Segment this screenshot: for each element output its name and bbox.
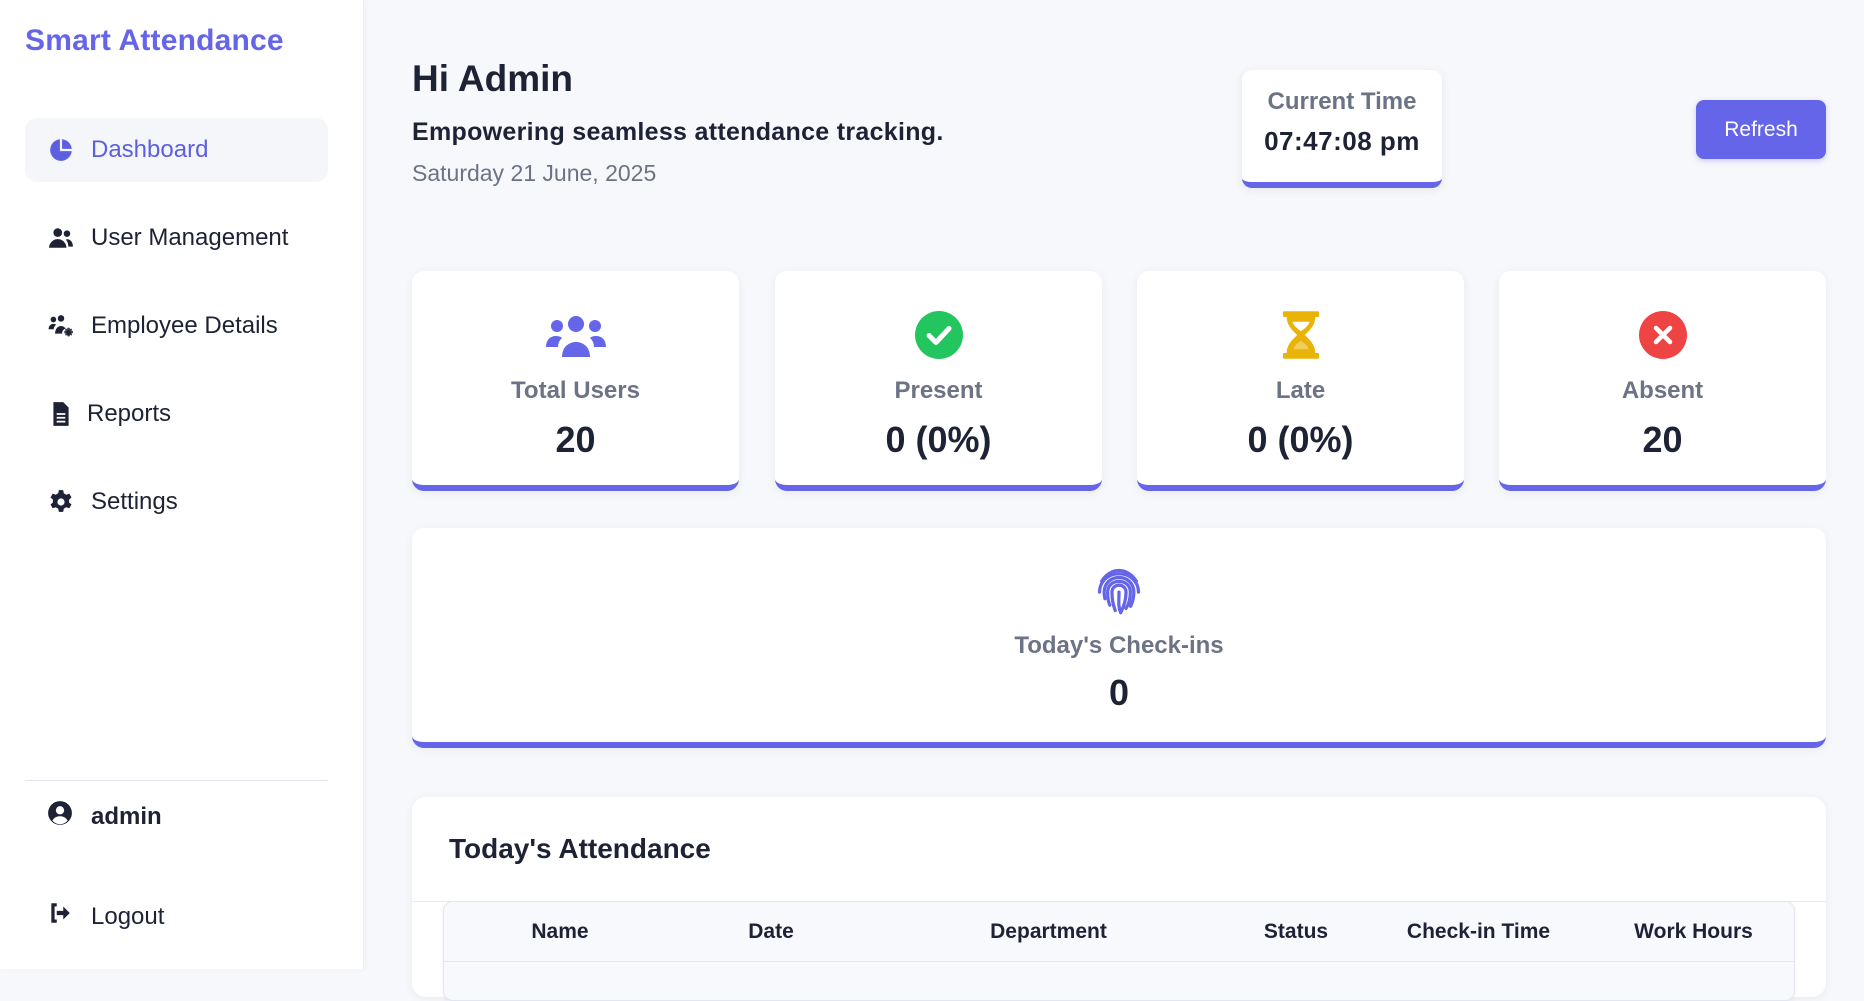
- user-circle-icon: [47, 800, 91, 833]
- table-header: Name Date Department Status Check-in Tim…: [444, 902, 1794, 962]
- stat-label: Absent: [1621, 377, 1704, 404]
- refresh-button[interactable]: Refresh: [1696, 100, 1826, 159]
- column-header-work-hours[interactable]: Work Hours: [1596, 920, 1791, 944]
- page-title: Hi Admin: [412, 58, 574, 99]
- logout-label: Logout: [91, 902, 165, 930]
- stat-card-total-users: Total Users 20: [412, 271, 739, 491]
- sidebar-item-label: User Management: [91, 224, 289, 251]
- sidebar-item-settings[interactable]: Settings: [25, 470, 328, 534]
- column-header-department[interactable]: Department: [866, 920, 1231, 944]
- sidebar-item-reports[interactable]: Reports: [25, 382, 328, 446]
- column-header-status[interactable]: Status: [1231, 920, 1361, 944]
- users-icon: [545, 305, 606, 365]
- pie-chart-icon: [47, 136, 75, 164]
- stat-value: 0 (0%): [885, 419, 992, 460]
- column-header-date[interactable]: Date: [676, 920, 866, 944]
- sidebar-nav: Dashboard User Management Employee Detai…: [25, 118, 328, 558]
- sidebar: Smart Attendance Dashboard User Manageme…: [0, 0, 364, 969]
- current-user: admin: [47, 800, 162, 833]
- attendance-table: Name Date Department Status Check-in Tim…: [443, 901, 1795, 1001]
- column-header-checkin-time[interactable]: Check-in Time: [1361, 920, 1596, 944]
- sidebar-item-employee-details[interactable]: Employee Details: [25, 294, 328, 358]
- stat-value: 0 (0%): [1247, 419, 1354, 460]
- stat-label: Late: [1275, 377, 1326, 404]
- sidebar-item-label: Employee Details: [91, 312, 278, 339]
- logout-button[interactable]: Logout: [47, 900, 164, 933]
- current-time-card: Current Time 07:47:08 pm: [1242, 70, 1442, 188]
- sidebar-divider: [25, 780, 328, 781]
- sidebar-item-dashboard[interactable]: Dashboard: [25, 118, 328, 182]
- checkins-card: Today's Check-ins 0: [412, 528, 1826, 748]
- file-icon: [47, 400, 75, 428]
- check-circle-icon: [909, 305, 969, 365]
- column-header-name[interactable]: Name: [444, 920, 676, 944]
- current-date: Saturday 21 June, 2025: [412, 160, 657, 186]
- stat-value: 20: [1642, 419, 1683, 460]
- stat-card-present: Present 0 (0%): [775, 271, 1102, 491]
- user-name: admin: [91, 802, 162, 830]
- stat-label: Total Users: [511, 377, 640, 404]
- attendance-title: Today's Attendance: [449, 833, 711, 864]
- logout-icon: [47, 900, 91, 933]
- checkins-value: 0: [1108, 672, 1130, 713]
- x-circle-icon: [1633, 305, 1693, 365]
- stat-label: Present: [894, 377, 983, 404]
- brand-title: Smart Attendance: [25, 24, 284, 57]
- sidebar-item-label: Dashboard: [91, 136, 209, 163]
- checkins-label: Today's Check-ins: [1014, 632, 1224, 659]
- users-cog-icon: [47, 312, 75, 340]
- attendance-card: Today's Attendance Name Date Department …: [412, 797, 1826, 1001]
- hourglass-icon: [1271, 305, 1331, 365]
- stat-card-late: Late 0 (0%): [1137, 271, 1464, 491]
- tagline: Empowering seamless attendance tracking.: [412, 118, 944, 146]
- stat-card-absent: Absent 20: [1499, 271, 1826, 491]
- sidebar-item-user-management[interactable]: User Management: [25, 206, 328, 270]
- users-icon: [47, 224, 75, 252]
- gear-icon: [47, 488, 75, 516]
- stat-value: 20: [555, 419, 596, 460]
- time-label: Current Time: [1267, 88, 1417, 115]
- sidebar-item-label: Reports: [87, 400, 172, 427]
- sidebar-item-label: Settings: [91, 488, 178, 515]
- time-value: 07:47:08 pm: [1264, 126, 1420, 156]
- fingerprint-icon: [1092, 564, 1146, 618]
